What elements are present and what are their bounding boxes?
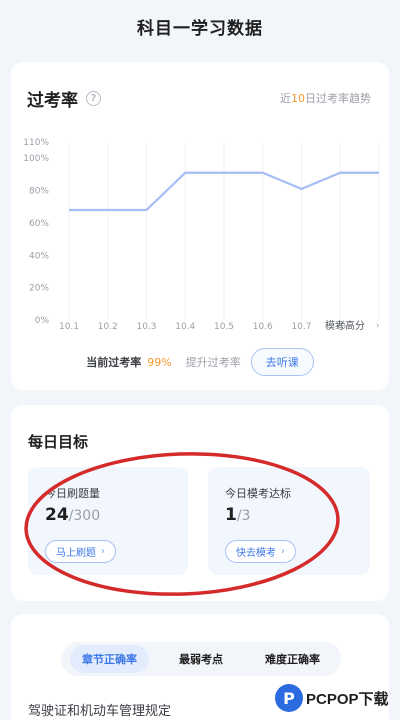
pass-rate-line-chart: 0% 20% 40% 60% 80% 100% 110% 10.1 10.2 10.3 10.4 1… [23,138,380,332]
watermark-logo: P [275,684,303,712]
goal-item-questions: 今日刷题量 24/300 马上刷题 › [28,467,188,575]
x-tick-label: 10.1 [59,322,79,332]
current-rate-label: 当前过考率 [86,356,142,369]
goal-name: 今日模考达标 [225,487,291,500]
y-tick-label: 60% [29,219,49,229]
trend-label: 近10日过考率趋势 [280,90,371,106]
chapter-row-label[interactable]: 驾驶证和机动车管理规定 [28,700,171,719]
x-tick-label: 10.4 [175,322,195,332]
pass-rate-title: 过考率 [27,91,78,111]
more-chevron-icon[interactable]: › [376,321,380,331]
current-rate-value: 99% [147,355,172,369]
goal-done: 1 [225,505,237,525]
start-practice-label: 马上刷题 [56,548,96,559]
y-tick-label: 40% [29,251,49,261]
goal-item-mock-exam: 今日模考达标 1/3 快去模考 › [208,467,370,575]
y-tick-label: 20% [29,284,49,294]
watermark-text: PCPOP下载 [306,690,389,708]
chevron-right-icon: › [101,546,105,557]
trend-suffix: 日过考率趋势 [305,92,371,105]
daily-goal-card: 每日目标 今日刷题量 24/300 马上刷题 › 今日模考达标 1/3 快去模考… [11,405,389,601]
goal-total: /3 [236,508,251,524]
daily-goal-title: 每日目标 [28,433,89,451]
watermark: P PCPOP下载 [275,684,389,712]
tab-difficulty-accuracy[interactable]: 难度正确率 [253,645,332,673]
y-tick-label: 0% [35,316,50,326]
goal-progress: 1/3 [225,505,250,525]
goal-name: 今日刷题量 [45,487,100,500]
y-tick-label: 100% [23,154,49,164]
pass-rate-header: 过考率 ? [27,86,101,111]
question-circle-icon[interactable]: ? [86,91,101,106]
x-tick-label: 10.7 [291,322,311,332]
trend-days: 10 [291,92,305,105]
x-tick-label: 10.5 [214,322,234,332]
go-mock-exam-button[interactable]: 快去模考 › [225,540,296,563]
mock-high-score-label[interactable]: 模考高分 [325,319,365,332]
goal-done: 24 [45,505,69,525]
tab-weakest-points[interactable]: 最弱考点 [167,645,235,673]
y-tick-label: 80% [29,187,49,197]
improve-rate-label: 提升过考率 [185,356,241,369]
goal-progress: 24/300 [45,505,100,525]
x-tick-label: 10.3 [136,322,156,332]
chevron-right-icon: › [281,546,285,557]
goal-total: /300 [68,508,101,524]
current-rate-row: 当前过考率 99% 提升过考率 去听课 [11,348,389,376]
x-tick-label: 10.2 [98,322,118,332]
tab-chapter-accuracy[interactable]: 章节正确率 [70,645,149,673]
go-mock-exam-label: 快去模考 [236,548,276,559]
listen-lesson-button[interactable]: 去听课 [250,348,314,376]
pass-rate-card: 过考率 ? 近10日过考率趋势 0% 20% 40% 60% 80% 100% 110% 1… [11,62,389,390]
trend-prefix: 近 [280,92,291,105]
x-tick-label: 10.6 [253,322,273,332]
stats-tabs: 章节正确率 最弱考点 难度正确率 [61,642,341,676]
start-practice-button[interactable]: 马上刷题 › [45,540,116,563]
page-title: 科目一学习数据 [137,18,263,39]
y-tick-label: 110% [23,138,49,148]
